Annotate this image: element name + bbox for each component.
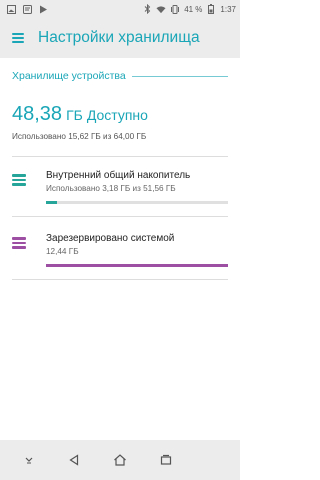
storage-item-body: Внутренний общий накопитель Использовано… xyxy=(46,170,228,204)
available-value: 48,38 xyxy=(12,103,63,125)
vibrate-icon xyxy=(170,4,180,14)
storage-item-title: Зарезервировано системой xyxy=(46,233,175,244)
navigation-bar xyxy=(0,440,240,480)
usage-bar xyxy=(46,201,228,204)
section-divider xyxy=(131,75,228,77)
available-unit: ГБ xyxy=(66,107,83,123)
storage-item-body: Зарезервировано системой 12,44 ГБ xyxy=(46,233,228,267)
storage-item-subtitle: Использовано 3,18 ГБ из 51,56 ГБ xyxy=(46,184,176,193)
usage-bar-fill xyxy=(46,264,228,267)
status-left xyxy=(6,4,48,14)
section-header: Хранилище устройства xyxy=(0,68,240,84)
wifi-icon xyxy=(156,4,166,14)
usage-bar-fill xyxy=(46,201,58,204)
section-title: Хранилище устройства xyxy=(12,70,126,82)
storage-item-system[interactable]: Зарезервировано системой 12,44 ГБ xyxy=(0,233,240,267)
divider xyxy=(12,216,228,217)
usage-bar xyxy=(46,264,228,267)
clock: 1:37 xyxy=(220,4,236,14)
home-icon[interactable] xyxy=(108,448,132,472)
gallery-icon xyxy=(6,4,16,14)
storage-item-title: Внутренний общий накопитель xyxy=(46,170,191,181)
storage-item-subtitle: 12,44 ГБ xyxy=(46,247,79,256)
status-bar: 41 % 1:37 xyxy=(0,0,240,18)
available-label: Доступно xyxy=(86,107,148,123)
battery-percent: 41 % xyxy=(184,4,203,14)
available-summary: 48,38 ГБ Доступно xyxy=(0,103,240,126)
divider xyxy=(12,279,228,280)
storage-icon xyxy=(12,170,26,186)
storage-item-internal[interactable]: Внутренний общий накопитель Использовано… xyxy=(0,170,240,204)
battery-icon xyxy=(206,4,216,14)
play-store-icon xyxy=(38,4,48,14)
recents-icon[interactable] xyxy=(154,448,178,472)
app-bar: Настройки хранилища xyxy=(0,18,240,58)
bluetooth-icon xyxy=(142,4,152,14)
used-summary: Использовано 15,62 ГБ из 64,00 ГБ xyxy=(12,132,147,141)
hide-keyboard-icon[interactable] xyxy=(17,448,41,472)
divider xyxy=(12,156,228,157)
system-storage-icon xyxy=(12,233,26,249)
back-icon[interactable] xyxy=(62,448,86,472)
status-right: 41 % 1:37 xyxy=(142,4,236,14)
menu-icon[interactable] xyxy=(12,33,24,43)
notification-icon xyxy=(22,4,32,14)
page-title: Настройки хранилища xyxy=(38,29,200,46)
